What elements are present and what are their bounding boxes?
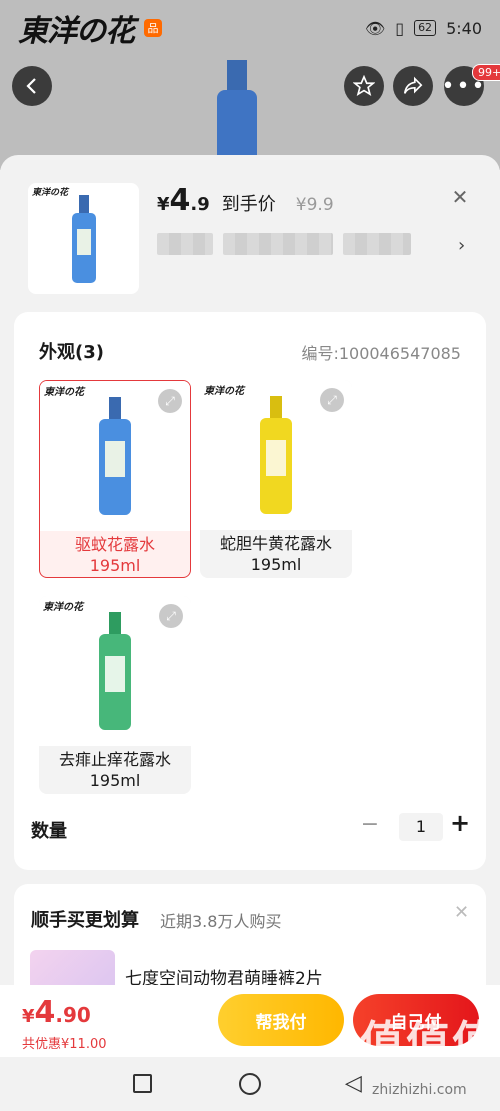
sku-number: 编号:100046547085 <box>301 344 461 363</box>
favorite-button[interactable] <box>344 66 384 106</box>
back-triangle-icon[interactable]: ◁ <box>345 1071 362 1096</box>
discount-text: 共优惠¥11.00 <box>22 1037 107 1052</box>
star-icon <box>353 75 375 97</box>
bundle-title: 顺手买更划算 <box>31 910 139 931</box>
variant-brand-logo: 東洋の花 <box>43 602 83 613</box>
background-product-page: 東洋の花 品 👁 ▯ 62 5:40 ••• 99+ <box>0 0 500 170</box>
total-price: ¥ 4 .90 <box>22 995 91 1030</box>
chevron-left-icon <box>26 78 36 94</box>
total-price-integer: 4 <box>34 995 56 1030</box>
price-symbol: ¥ <box>157 194 170 215</box>
expand-icon[interactable]: ⤢ <box>158 389 182 413</box>
quantity-increase-button[interactable]: + <box>449 809 471 837</box>
watermark-url: zhizhizhi.com <box>372 1082 467 1098</box>
variant-option-2[interactable]: 東洋の花 ⤢ 蛇胆牛黄花露水 195ml <box>200 380 352 578</box>
expand-icon[interactable]: ⤢ <box>320 388 344 412</box>
variant-spec: 195ml <box>89 771 141 790</box>
clock-time: 5:40 <box>446 18 482 38</box>
final-price-label: 到手价 <box>221 194 276 215</box>
back-button[interactable] <box>12 66 52 106</box>
close-sheet-button[interactable]: ✕ <box>448 185 472 209</box>
yellow-bottle-image <box>260 396 292 514</box>
variant-image: 東洋の花 ⤢ <box>40 381 190 531</box>
price-integer: 4 <box>169 183 191 218</box>
app-badge-icon: 品 <box>144 19 162 37</box>
selected-product-thumbnail[interactable]: 東洋の花 <box>28 183 139 294</box>
vibrate-icon: ▯ <box>395 18 405 38</box>
thumb-brand-logo: 東洋の花 <box>32 188 69 198</box>
variant-title: 外观(3) <box>39 342 104 363</box>
quantity-label: 数量 <box>31 821 67 842</box>
blurred-block <box>223 233 333 255</box>
price-decimal: .9 <box>190 194 210 215</box>
original-price: ¥9.9 <box>295 195 334 215</box>
brand-logo: 東洋の花 <box>18 14 135 49</box>
chevron-right-icon[interactable]: › <box>458 235 465 256</box>
home-icon[interactable] <box>239 1073 261 1095</box>
blue-bottle-image <box>99 397 131 515</box>
help-me-pay-button[interactable]: 帮我付 <box>218 994 344 1046</box>
blurred-block <box>343 233 411 255</box>
battery-icon: 62 <box>414 20 437 36</box>
green-bottle-image <box>99 612 131 730</box>
recent-apps-icon[interactable] <box>133 1074 152 1093</box>
bundle-close-icon[interactable]: ✕ <box>454 902 469 923</box>
status-icons: 👁 ▯ 62 5:40 <box>365 19 482 38</box>
quantity-input[interactable]: 1 <box>399 813 443 841</box>
quantity-decrease-button[interactable]: − <box>359 812 381 837</box>
total-price-symbol: ¥ <box>22 1006 35 1027</box>
status-bar: 東洋の花 品 👁 ▯ 62 5:40 <box>0 0 500 56</box>
variant-brand-logo: 東洋の花 <box>204 386 244 397</box>
variant-card: 外观(3) 编号:100046547085 東洋の花 ⤢ 驱蚊花露水 195ml… <box>14 312 486 870</box>
message-count-badge: 99+ <box>472 64 500 81</box>
eye-icon: 👁 <box>364 18 386 38</box>
variant-spec: 195ml <box>89 556 141 575</box>
price-row: ¥ 4 .9 到手价 ¥9.9 <box>157 183 334 218</box>
blue-bottle-image <box>71 194 96 283</box>
expand-icon[interactable]: ⤢ <box>159 604 183 628</box>
product-bottle-image <box>217 60 257 170</box>
variant-option-1[interactable]: 東洋の花 ⤢ 驱蚊花露水 195ml <box>39 380 191 578</box>
variant-brand-logo: 東洋の花 <box>44 387 84 398</box>
sku-selection-sheet: 東洋の花 ¥ 4 .9 到手价 ¥9.9 ✕ › 外观(3) 编号:100046… <box>0 155 500 1111</box>
blurred-block <box>157 233 213 255</box>
sheet-header: 東洋の花 ¥ 4 .9 到手价 ¥9.9 ✕ › <box>0 155 500 305</box>
variant-name: 驱蚊花露水 <box>74 535 155 554</box>
share-icon <box>403 76 423 94</box>
variant-image: 東洋の花 ⤢ <box>39 596 191 746</box>
variant-name: 去痱止痒花露水 <box>58 750 171 769</box>
variant-name: 蛇胆牛黄花露水 <box>219 534 332 553</box>
variant-spec: 195ml <box>250 555 302 574</box>
variant-image: 東洋の花 ⤢ <box>200 380 352 530</box>
variant-option-3[interactable]: 東洋の花 ⤢ 去痱止痒花露水 195ml <box>39 596 191 794</box>
blurred-address-row[interactable] <box>157 233 411 255</box>
total-price-decimal: .90 <box>55 1003 91 1027</box>
bundle-subtitle: 近期3.8万人购买 <box>160 912 282 931</box>
close-icon: ✕ <box>451 185 469 209</box>
share-button[interactable] <box>393 66 433 106</box>
